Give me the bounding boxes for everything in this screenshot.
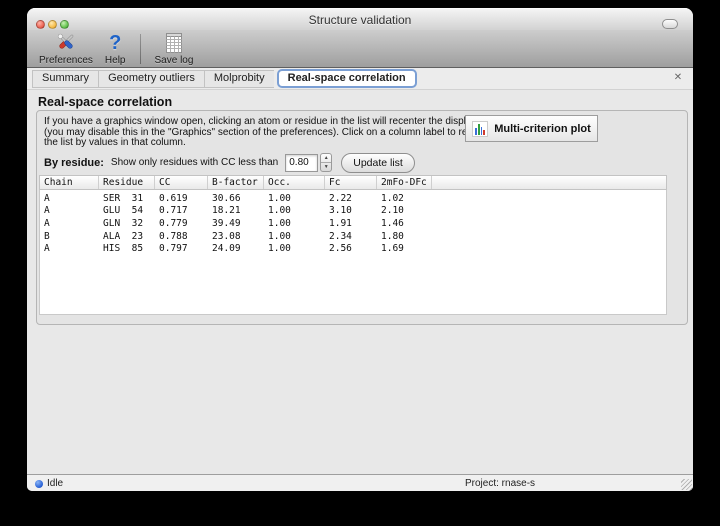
page-title: Real-space correlation [38, 95, 173, 109]
column-header-chain[interactable]: Chain [40, 176, 99, 189]
table-cell[interactable]: 1.00 [264, 231, 325, 242]
multi-criterion-plot-button[interactable]: Multi-criterion plot [465, 115, 598, 142]
table-cell[interactable]: 24.09 [208, 243, 264, 254]
close-tab-icon[interactable]: ✕ [672, 72, 684, 83]
table-cell[interactable]: 3.10 [325, 205, 377, 216]
preferences-label: Preferences [39, 55, 93, 66]
table-cell[interactable]: A [40, 218, 99, 229]
window-title: Structure validation [308, 13, 412, 27]
bar-chart-icon [472, 120, 489, 137]
table-row[interactable]: A HIS 85 0.797 24.09 1.00 2.56 1.69 [40, 242, 666, 255]
table-row[interactable]: A SER 31 0.619 30.66 1.00 2.22 1.02 [40, 192, 666, 205]
table-cell[interactable]: B [40, 231, 99, 242]
table-cell[interactable]: 1.91 [325, 218, 377, 229]
table-cell[interactable]: 1.00 [264, 218, 325, 229]
toolbar: Preferences ? Help Save log [27, 30, 693, 68]
table-cell[interactable]: 1.00 [264, 193, 325, 204]
save-log-button[interactable]: Save log [149, 32, 200, 66]
tab-molprobity[interactable]: Molprobity [203, 69, 274, 88]
table-cell[interactable]: 30.66 [208, 193, 264, 204]
tab-summary[interactable]: Summary [32, 69, 99, 88]
table-cell[interactable]: 1.02 [377, 193, 432, 204]
stepper-down-icon[interactable]: ▼ [321, 163, 331, 171]
stepper-up-icon[interactable]: ▲ [321, 154, 332, 163]
column-header-filler [432, 176, 666, 189]
cc-threshold-input[interactable] [285, 153, 319, 172]
preferences-button[interactable]: Preferences [33, 32, 99, 66]
save-log-spreadsheet-icon [165, 32, 183, 54]
save-log-label: Save log [154, 55, 194, 66]
table-cell[interactable]: 1.00 [264, 205, 325, 216]
table-row[interactable]: A GLN 32 0.779 39.49 1.00 1.91 1.46 [40, 217, 666, 230]
cc-filter-text: Show only residues with CC less than [110, 157, 279, 168]
table-cell[interactable]: ALA 23 [99, 231, 155, 242]
table-cell[interactable]: 0.797 [155, 243, 208, 254]
table-cell[interactable]: 1.46 [377, 218, 432, 229]
column-header-residue[interactable]: Residue [99, 176, 155, 189]
by-residue-groupbox: If you have a graphics window open, clic… [36, 110, 688, 325]
cc-threshold-stepper[interactable]: ▲ ▼ [320, 153, 333, 172]
table-cell[interactable]: GLU 54 [99, 205, 155, 216]
title-bar[interactable]: Structure validation [27, 8, 693, 30]
column-header-occ[interactable]: Occ. [264, 176, 325, 189]
description-line-3: the list by values in that column. [44, 137, 186, 149]
real-space-correlation-panel: Real-space correlation If you have a gra… [27, 90, 693, 474]
status-bar: Idle Project: rnase-s [27, 474, 693, 491]
by-residue-label: By residue: [44, 156, 104, 169]
table-cell[interactable]: 2.22 [325, 193, 377, 204]
status-indicator-icon [35, 480, 43, 488]
resize-grip[interactable] [681, 479, 692, 490]
project-label: Project: rnase-s [465, 478, 536, 489]
tab-real-space-correlation[interactable]: Real-space correlation [276, 69, 417, 88]
structure-validation-window: Structure validation Preferences ? Help … [27, 8, 693, 491]
table-cell[interactable]: HIS 85 [99, 243, 155, 254]
filter-controls: By residue: Show only residues with CC l… [44, 152, 415, 173]
table-row[interactable]: A GLU 54 0.717 18.21 1.00 3.10 2.10 [40, 205, 666, 218]
update-list-button[interactable]: Update list [341, 152, 415, 173]
table-cell[interactable]: A [40, 243, 99, 254]
toolbar-separator [139, 34, 141, 64]
table-header-row: Chain Residue CC B-factor Occ. Fc 2mFo-D… [39, 175, 667, 190]
toolbar-toggle-button[interactable] [662, 19, 678, 29]
table-cell[interactable]: 2.10 [377, 205, 432, 216]
table-cell[interactable]: 23.08 [208, 231, 264, 242]
tab-geometry-outliers[interactable]: Geometry outliers [98, 69, 204, 88]
table-body[interactable]: A SER 31 0.619 30.66 1.00 2.22 1.02 A GLU 54 0.71… [39, 190, 667, 315]
notebook-tab-bar: Summary Geometry outliers Molprobity Rea… [27, 68, 693, 90]
help-button[interactable]: ? Help [99, 32, 132, 66]
table-cell[interactable]: GLN 32 [99, 218, 155, 229]
table-cell[interactable]: 1.00 [264, 243, 325, 254]
table-cell[interactable]: 0.788 [155, 231, 208, 242]
column-header-2mfodfc[interactable]: 2mFo-DFc [377, 176, 432, 189]
table-cell[interactable]: 2.34 [325, 231, 377, 242]
preferences-tools-icon [53, 31, 79, 54]
table-cell[interactable]: A [40, 205, 99, 216]
multi-criterion-plot-label: Multi-criterion plot [494, 122, 591, 135]
table-cell[interactable]: 1.80 [377, 231, 432, 242]
table-row[interactable]: B ALA 23 0.788 23.08 1.00 2.34 1.80 [40, 230, 666, 243]
table-cell[interactable]: 1.69 [377, 243, 432, 254]
table-cell[interactable]: 39.49 [208, 218, 264, 229]
table-cell[interactable]: 2.56 [325, 243, 377, 254]
status-text: Idle [47, 478, 64, 489]
table-cell[interactable]: 0.779 [155, 218, 208, 229]
description-text: If you have a graphics window open, clic… [44, 116, 487, 149]
table-cell[interactable]: 0.717 [155, 205, 208, 216]
table-cell[interactable]: SER 31 [99, 193, 155, 204]
column-header-fc[interactable]: Fc [325, 176, 377, 189]
help-icon: ? [109, 32, 122, 54]
column-header-bfactor[interactable]: B-factor [208, 176, 264, 189]
help-label: Help [104, 55, 126, 66]
table-cell[interactable]: A [40, 193, 99, 204]
table-cell[interactable]: 18.21 [208, 205, 264, 216]
column-header-cc[interactable]: CC [155, 176, 208, 189]
table-cell[interactable]: 0.619 [155, 193, 208, 204]
residue-table: Chain Residue CC B-factor Occ. Fc 2mFo-D… [39, 175, 667, 315]
